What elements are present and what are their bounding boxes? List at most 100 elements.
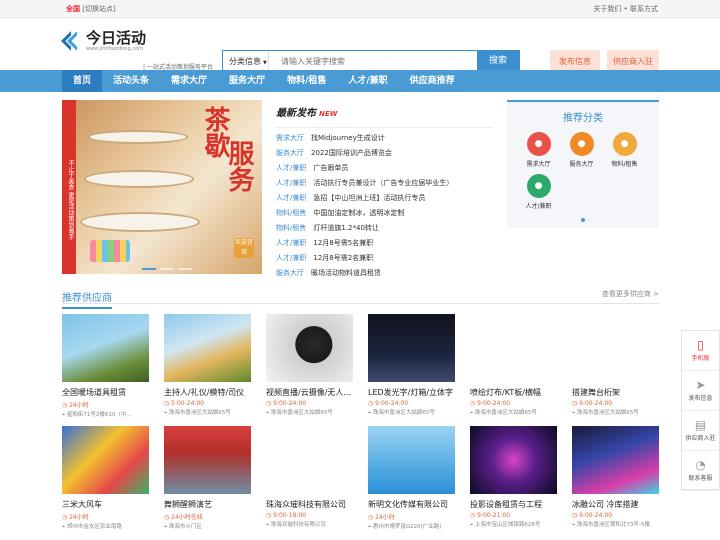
supplier-name[interactable]: 搭建舞台桁架 — [572, 387, 659, 398]
nav-demand-hall[interactable]: 需求大厅 — [160, 70, 218, 92]
top-links[interactable]: 关于我们 • 联系方式 — [593, 0, 658, 17]
supplier-card[interactable]: 冰雕公司 冷库搭建 ◷ 9:00-24:00 ⌖ 珠海市香洲区翠和北73号-5楼 — [572, 426, 659, 532]
logo-name: 今日活动 — [86, 29, 147, 47]
news-category-tag[interactable]: 人才/兼职 — [276, 164, 306, 172]
news-title[interactable]: 12月8号需2名兼职 — [313, 254, 373, 262]
carousel-dot[interactable] — [160, 268, 174, 270]
supplier-image[interactable] — [266, 314, 353, 382]
category-item[interactable]: ● 物料/租售 — [603, 132, 646, 168]
current-location[interactable]: 全国 — [66, 5, 80, 13]
supplier-image[interactable] — [368, 314, 455, 382]
news-title[interactable]: 找Midjourney生成设计 — [311, 134, 385, 142]
news-category-tag[interactable]: 物料/租售 — [276, 224, 306, 232]
sidebar-item[interactable]: ▤ 供应商入驻 — [682, 411, 719, 451]
news-category-tag[interactable]: 服务大厅 — [276, 269, 304, 277]
supplier-image[interactable] — [470, 426, 557, 494]
supplier-image[interactable] — [368, 426, 455, 494]
news-category-tag[interactable]: 人才/兼职 — [276, 179, 306, 187]
supplier-name[interactable]: 冰雕公司 冷库搭建 — [572, 499, 659, 510]
supplier-image[interactable] — [164, 426, 251, 494]
news-category-tag[interactable]: 人才/兼职 — [276, 254, 306, 262]
news-item[interactable]: 人才/兼职 急招【中山坦洲上班】活动执行专员 — [276, 191, 492, 206]
news-item[interactable]: 人才/兼职 广告跟单员 — [276, 161, 492, 176]
news-title[interactable]: 2022国际培训产品博览会 — [311, 149, 392, 157]
supplier-card[interactable]: LED发光字/灯箱/立体字 ◷ 9:00-24:00 ⌖ 珠海市香洲区大姑娘65号 — [368, 314, 455, 420]
supplier-card[interactable]: 三米大风车 ◷ 24小时 ⌖ 郑州市金水区农业南路 — [62, 426, 149, 532]
supplier-address: ⌖ 珠海市香洲区大姑娘65号 — [572, 410, 639, 416]
nav-home[interactable]: 首页 — [62, 70, 103, 92]
supplier-name[interactable]: 舞狮醒狮演艺 — [164, 499, 251, 510]
category-item[interactable]: ● 需求大厅 — [517, 132, 560, 168]
supplier-image[interactable] — [572, 426, 659, 494]
supplier-card[interactable]: 搭建舞台桁架 ◷ 9:00-24:00 ⌖ 珠海市香洲区大姑娘65号 — [572, 314, 659, 420]
category-item[interactable]: ● 服务大厅 — [560, 132, 603, 168]
news-category-tag[interactable]: 人才/兼职 — [276, 194, 306, 202]
search-button[interactable]: 搜索 — [477, 51, 519, 72]
sidebar-item[interactable]: ▯ 手机版 — [682, 331, 719, 371]
supplier-card[interactable]: 喷绘灯布/KT板/横幅 ◷ 9:00-24:00 ⌖ 珠海市香洲区大姑娘65号 — [470, 314, 557, 420]
supplier-image[interactable] — [164, 314, 251, 382]
sidebar-item[interactable]: ◔ 联系客服 — [682, 451, 719, 491]
news-category-tag[interactable]: 服务大厅 — [276, 149, 304, 157]
news-item[interactable]: 服务大厅 2022国际培训产品博览会 — [276, 146, 492, 161]
supplier-image[interactable] — [62, 314, 149, 382]
switch-site-link[interactable]: [切换站点] — [82, 5, 115, 13]
supplier-card[interactable]: 全国暖场道具租赁 ◷ 24小时 ⌖ 星和街71号2楼610（中... — [62, 314, 149, 420]
news-title[interactable]: 灯杆道旗1.2*40转让 — [313, 224, 379, 232]
news-item[interactable]: 物料/租售 中国加油定制冰，透明冰定制 — [276, 206, 492, 221]
supplier-name[interactable]: 珠海众璀科技有限公司 — [266, 499, 353, 510]
supplier-image[interactable] — [572, 314, 659, 382]
carousel-dot[interactable] — [142, 268, 156, 270]
pager-dot[interactable] — [581, 218, 585, 222]
supplier-card[interactable]: 投影设备租赁与工程 ◷ 9:00-21:00 ⌖ 上海市宝山区城银路628号 — [470, 426, 557, 532]
supplier-card[interactable]: 视频直播/云摄像/无人... ◷ 9:00-24:00 ⌖ 珠海市香洲区大姑娘65号 — [266, 314, 353, 420]
supplier-card[interactable]: 主持人/礼仪/模特/司仪 ◷ 5:00-24:00 ⌖ 珠海市香洲区大姑娘65号 — [164, 314, 251, 420]
news-category-tag[interactable]: 需求大厅 — [276, 134, 304, 142]
search-input[interactable] — [269, 51, 477, 72]
news-title[interactable]: 急招【中山坦洲上班】活动执行专员 — [313, 194, 425, 202]
supplier-card[interactable]: 舞狮醒狮演艺 ◷ 24小时在线 ⌖ 珠海市斗门区 — [164, 426, 251, 532]
category-item[interactable]: ● 人才/兼职 — [517, 174, 560, 210]
new-tag: NEW — [319, 110, 338, 118]
news-category-tag[interactable]: 人才/兼职 — [276, 239, 306, 247]
banner-strip-text: 不止于美食 更是活动策划高手 — [62, 100, 76, 274]
news-item[interactable]: 人才/兼职 活动执行专员兼设计（广告专业应届毕业生） — [276, 176, 492, 191]
supplier-card[interactable]: 珠海众璀科技有限公司 ◷ 9:00-18:00 ⌖ 珠海众璀科技有限公司 — [266, 426, 353, 532]
news-title[interactable]: 活动执行专员兼设计（广告专业应届毕业生） — [313, 179, 453, 187]
supplier-name[interactable]: 投影设备租赁与工程 — [470, 499, 557, 510]
news-item[interactable]: 需求大厅 找Midjourney生成设计 — [276, 131, 492, 146]
banner-carousel[interactable]: 不止于美食 更是活动策划高手 茶歇 服务 欢迎咨询 — [62, 100, 262, 274]
news-item[interactable]: 人才/兼职 12月8号需5名兼职 — [276, 236, 492, 251]
news-title[interactable]: 中国加油定制冰，透明冰定制 — [313, 209, 404, 217]
more-suppliers-link[interactable]: 查看更多供应商 > — [602, 289, 659, 299]
search-category-select[interactable]: 分类信息 ▼ — [223, 51, 269, 72]
news-title[interactable]: 暖场活动物料道具租赁 — [311, 269, 381, 277]
supplier-name[interactable]: 新明文化传媒有限公司 — [368, 499, 455, 510]
nav-talent[interactable]: 人才/兼职 — [337, 70, 398, 92]
sidebar-label: 发布信息 — [688, 395, 713, 402]
supplier-name[interactable]: 喷绘灯布/KT板/横幅 — [470, 387, 557, 398]
carousel-dot[interactable] — [178, 268, 192, 270]
news-item[interactable]: 服务大厅 暖场活动物料道具租赁 — [276, 266, 492, 281]
nav-materials[interactable]: 物料/租售 — [276, 70, 337, 92]
supplier-name[interactable]: 视频直播/云摄像/无人... — [266, 387, 353, 398]
supplier-image[interactable] — [62, 426, 149, 494]
logo[interactable]: 今日活动 www.jinrihuodong.com — [61, 29, 147, 52]
supplier-card[interactable]: 新明文化传媒有限公司 ◷ 24小时 ⌖ 惠州市博罗县G220(广汕路) — [368, 426, 455, 532]
nav-supplier-recommend[interactable]: 供应商推荐 — [399, 70, 466, 92]
news-title[interactable]: 广告跟单员 — [313, 164, 348, 172]
supplier-name[interactable]: LED发光字/灯箱/立体字 — [368, 387, 455, 398]
supplier-name[interactable]: 三米大风车 — [62, 499, 149, 510]
news-item[interactable]: 物料/租售 灯杆道旗1.2*40转让 — [276, 221, 492, 236]
sidebar-item[interactable]: ➤ 发布信息 — [682, 371, 719, 411]
news-category-tag[interactable]: 物料/租售 — [276, 209, 306, 217]
nav-headlines[interactable]: 活动头条 — [102, 70, 160, 92]
banner-title-b: 服务 — [224, 140, 254, 192]
supplier-image[interactable] — [470, 314, 557, 382]
supplier-name[interactable]: 主持人/礼仪/模特/司仪 — [164, 387, 251, 398]
supplier-name[interactable]: 全国暖场道具租赁 — [62, 387, 149, 398]
nav-service-hall[interactable]: 服务大厅 — [218, 70, 276, 92]
news-item[interactable]: 人才/兼职 12月8号需2名兼职 — [276, 251, 492, 266]
news-title[interactable]: 12月8号需5名兼职 — [313, 239, 373, 247]
supplier-image[interactable] — [266, 426, 353, 494]
